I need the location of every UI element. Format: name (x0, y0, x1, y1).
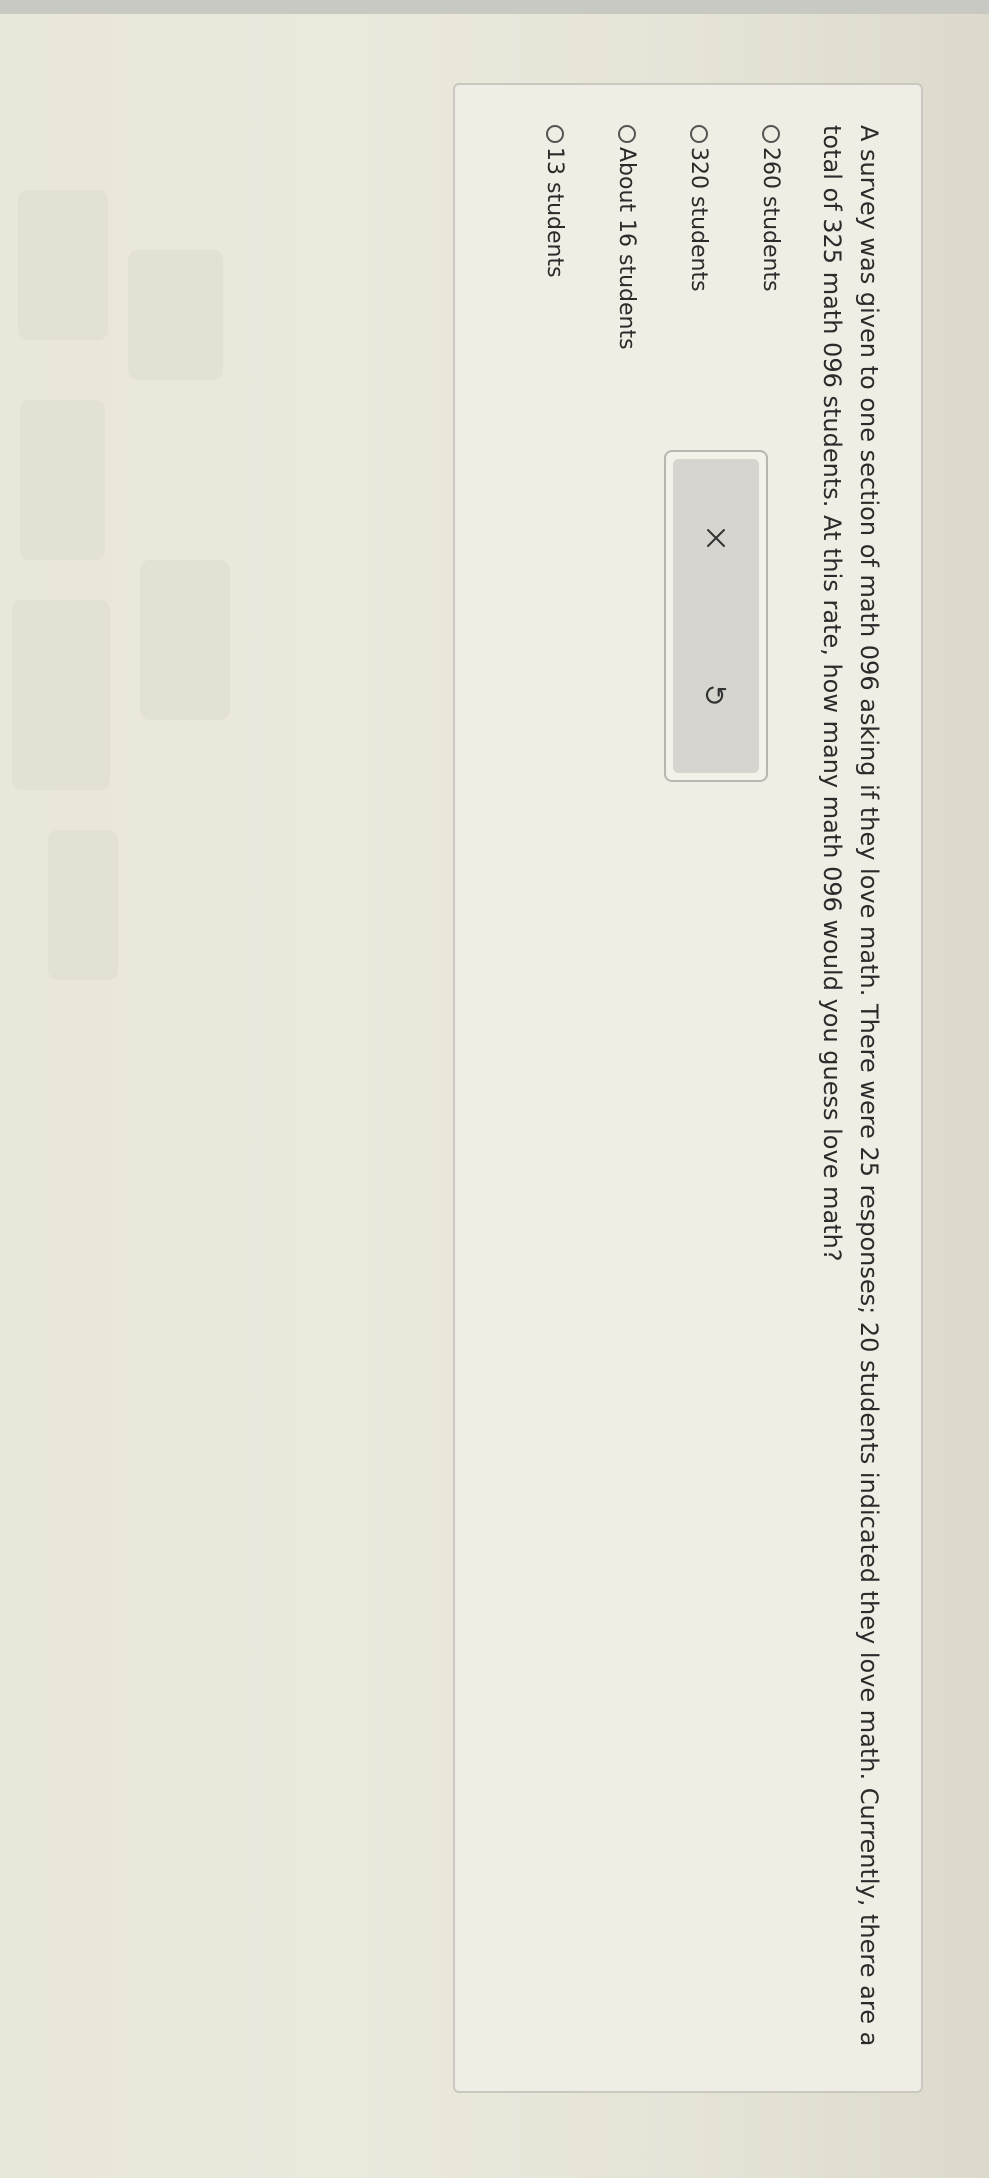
radio-button[interactable] (690, 125, 708, 143)
clear-button[interactable] (673, 459, 759, 616)
answer-actions-panel (673, 459, 759, 773)
close-icon (707, 528, 725, 547)
background-reflection (140, 560, 230, 720)
answer-options: 260 students 320 students About 16 stude… (499, 125, 787, 350)
quiz-screen: A survey was given to one section of mat… (453, 83, 923, 2093)
radio-button[interactable] (618, 125, 636, 143)
undo-icon (705, 686, 727, 704)
radio-button[interactable] (546, 125, 564, 143)
background-reflection (12, 600, 110, 790)
background-reflection (128, 250, 223, 380)
radio-button[interactable] (762, 125, 780, 143)
background-reflection (18, 190, 108, 340)
answer-option-label: About 16 students (614, 147, 640, 350)
answer-option-label: 260 students (758, 147, 784, 292)
answer-actions (664, 450, 768, 782)
background-reflection (48, 830, 118, 980)
answer-option-label: 320 students (686, 147, 712, 292)
answer-option[interactable]: About 16 students (611, 125, 643, 350)
top-bezel (0, 0, 989, 14)
undo-button[interactable] (673, 616, 759, 773)
question-text: A survey was given to one section of mat… (818, 125, 883, 2047)
question-card: A survey was given to one section of mat… (453, 83, 923, 2093)
background-reflection (20, 400, 105, 560)
answer-option[interactable]: 13 students (539, 125, 571, 350)
answer-option[interactable]: 320 students (683, 125, 715, 350)
answer-option-label: 13 students (542, 147, 568, 278)
answer-option[interactable]: 260 students (755, 125, 787, 350)
